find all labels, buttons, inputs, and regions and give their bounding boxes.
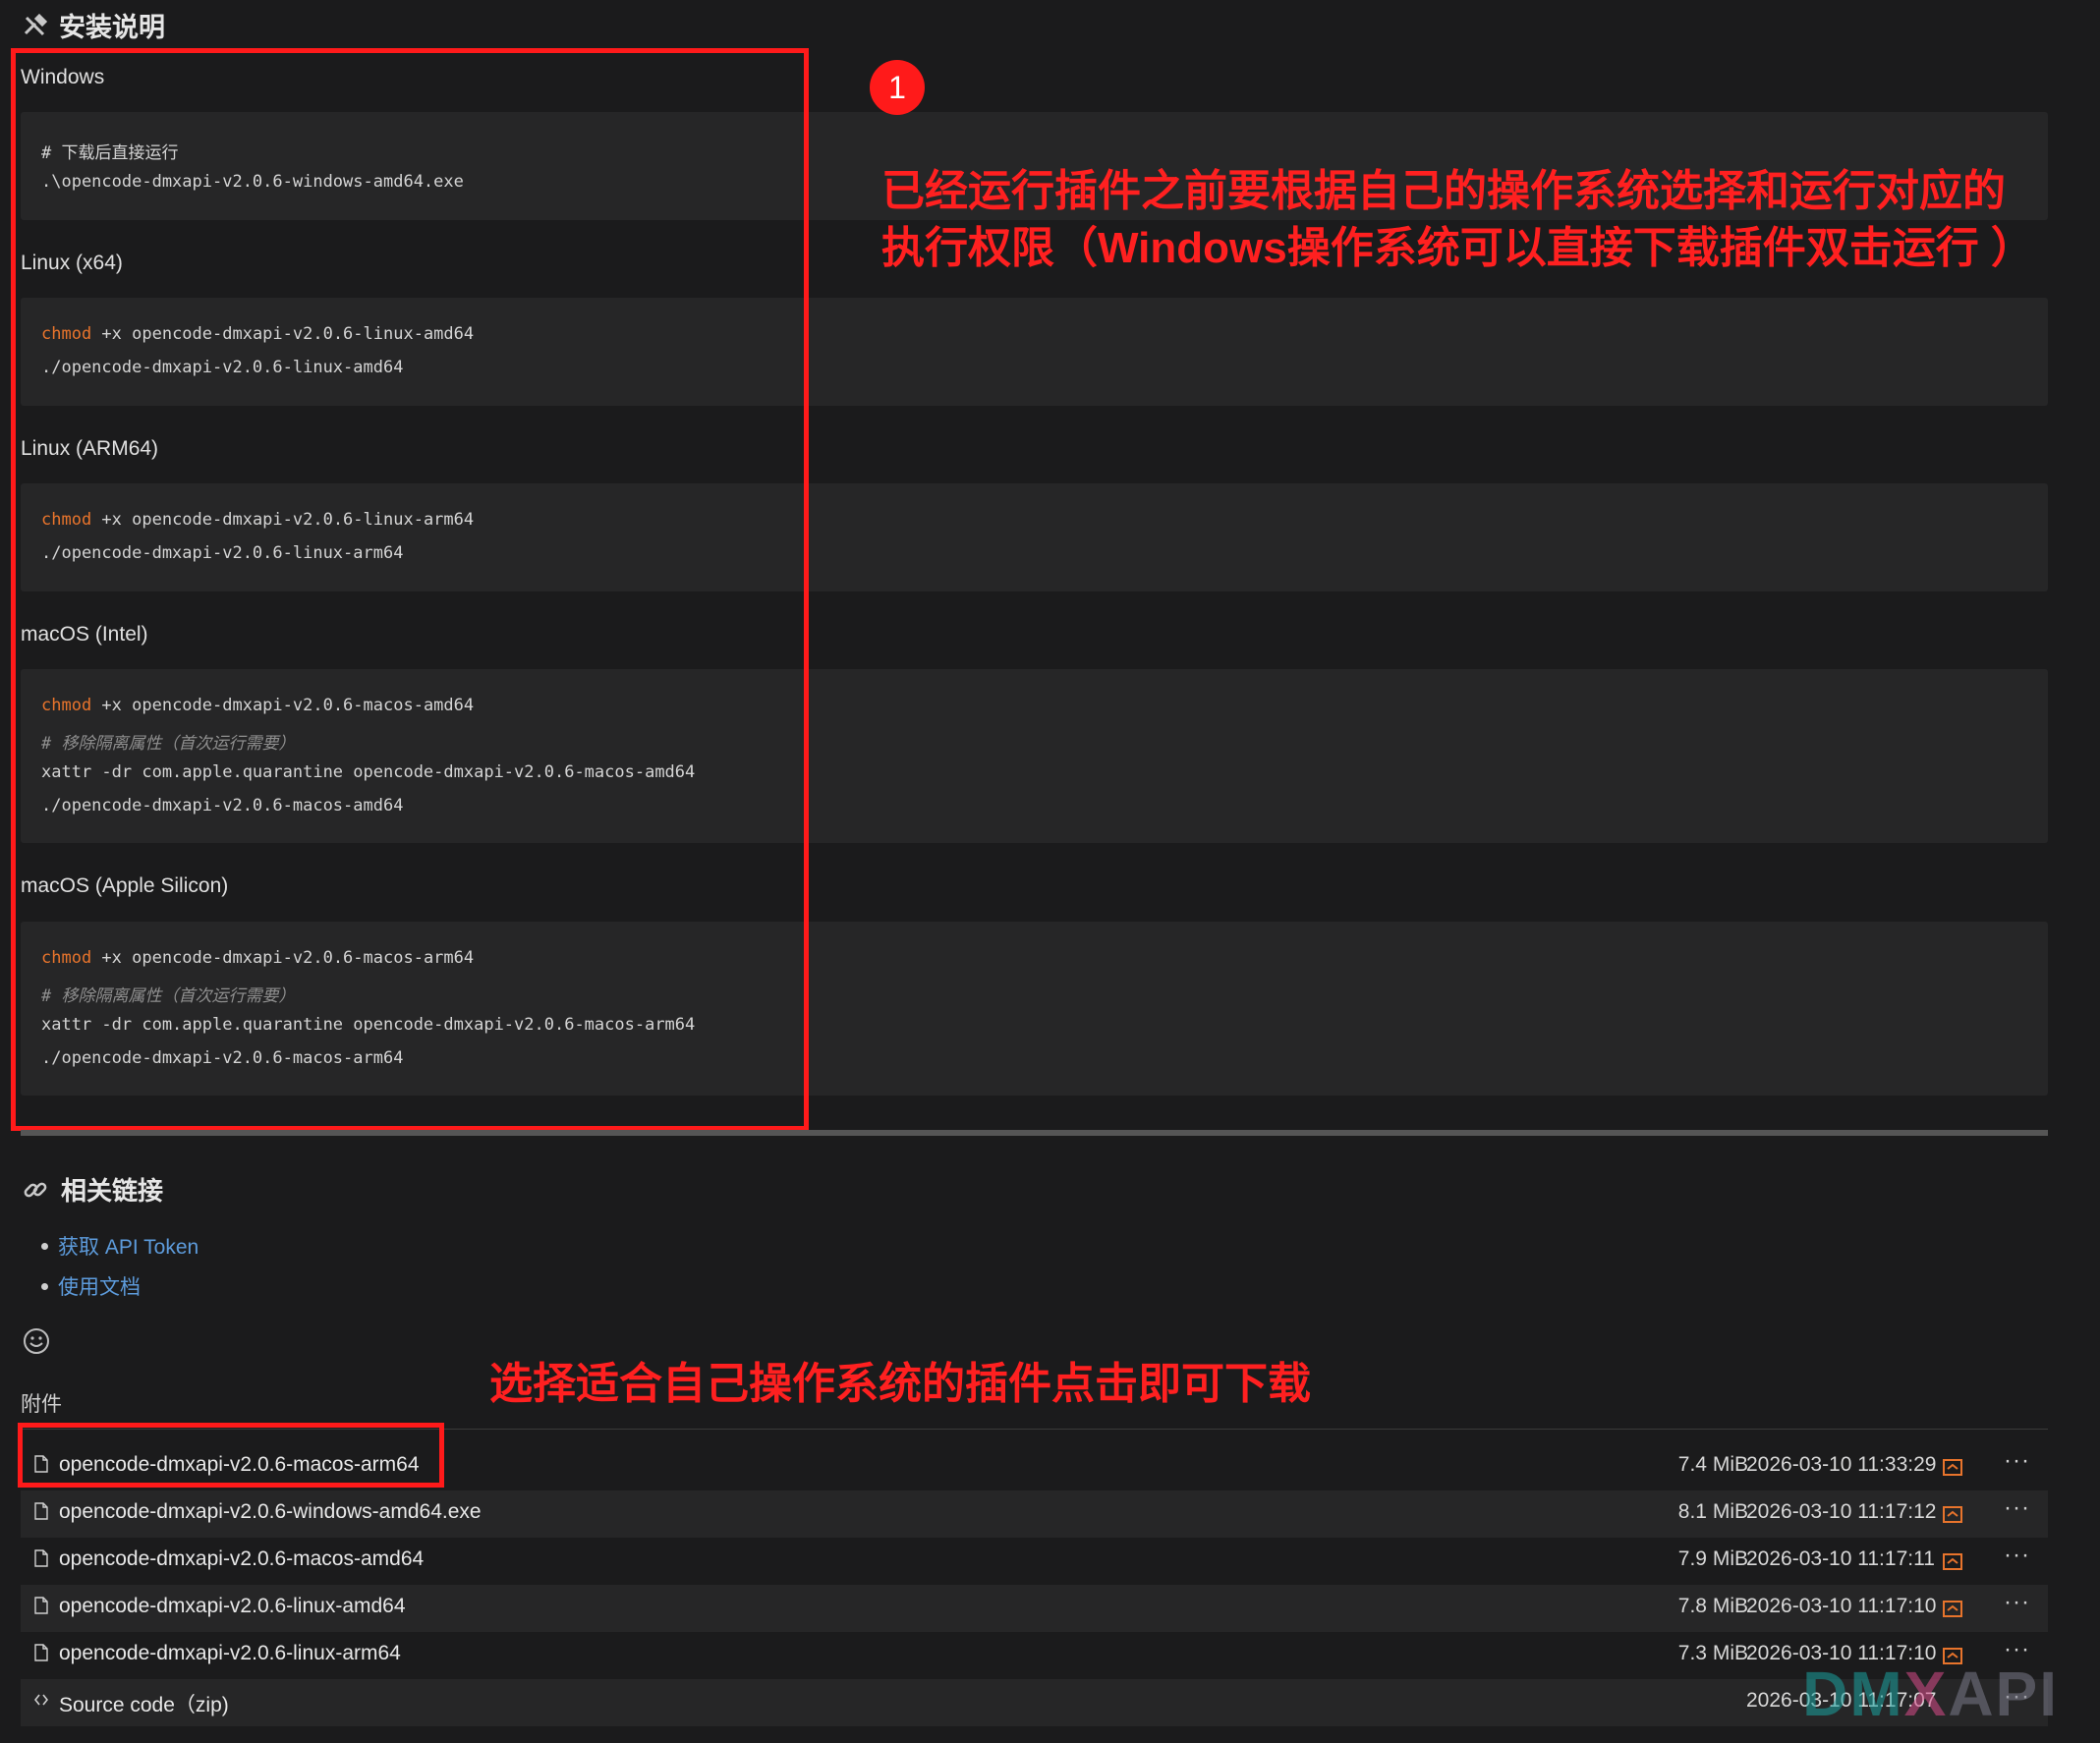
annotation-download-note: 选择适合自己操作系统的插件点击即可下载 [489, 1360, 1311, 1408]
file-icon [34, 1597, 48, 1614]
attachment-date: 2026-03-10 11:17:11 [1746, 1547, 1935, 1570]
install-heading: 安装说明 [22, 6, 165, 44]
attachment-row[interactable]: opencode-dmxapi-v2.0.6-linux-arm64 7.3 Mi… [21, 1632, 2048, 1679]
link-icon [24, 1182, 47, 1197]
links-heading: 相关链接 [22, 1171, 163, 1208]
attachment-size: 7.3 MiB [1677, 1642, 1748, 1664]
watermark-logo: DMXAPI [1802, 1658, 2059, 1730]
link-docs[interactable]: 使用文档 [58, 1271, 141, 1301]
attachment-name-link[interactable]: Source code（zip) [59, 1689, 229, 1718]
attachments-heading: 附件 [21, 1393, 62, 1416]
attachment-date: 2026-03-10 11:17:12 [1746, 1500, 1937, 1523]
attachment-name-link[interactable]: opencode-dmxapi-v2.0.6-windows-amd64.exe [59, 1500, 482, 1524]
code-icon [34, 1694, 48, 1706]
link-item-api-token[interactable]: 获取 API Token [41, 1231, 199, 1261]
attachment-row[interactable]: opencode-dmxapi-v2.0.6-windows-amd64.exe… [21, 1490, 2048, 1538]
attachment-name-link[interactable]: opencode-dmxapi-v2.0.6-linux-amd64 [59, 1595, 406, 1618]
link-item-docs[interactable]: 使用文档 [41, 1271, 141, 1301]
download-count-icon[interactable] [1943, 1505, 1962, 1523]
link-api-token[interactable]: 获取 API Token [58, 1231, 199, 1261]
attachment-size: 8.1 MiB [1677, 1500, 1748, 1523]
attachment-name-link[interactable]: opencode-dmxapi-v2.0.6-macos-amd64 [59, 1547, 424, 1571]
more-options-button[interactable]: ··· [2004, 1494, 2030, 1522]
attachment-row[interactable]: opencode-dmxapi-v2.0.6-linux-amd64 7.8 Mi… [21, 1585, 2048, 1632]
attachment-date: 2026-03-10 11:33:29 [1746, 1453, 1937, 1476]
file-icon [34, 1502, 48, 1520]
file-icon [34, 1549, 48, 1567]
attachment-name-link[interactable]: opencode-dmxapi-v2.0.6-linux-arm64 [59, 1642, 401, 1665]
annotation-note-line2: 执行权限（Windows操作系统可以直接下载插件双击运行 ） [881, 224, 2034, 272]
attachment-row[interactable]: Source code（zip) 2026-03-10 11:17:07 ··· [21, 1679, 2048, 1726]
emoji-reaction-icon[interactable] [22, 1326, 51, 1356]
file-icon [34, 1644, 48, 1661]
more-options-button[interactable]: ··· [2004, 1542, 2030, 1569]
tools-icon [24, 13, 48, 35]
annotation-note-line1: 已经运行插件之前要根据自己的操作系统选择和运行对应的 [881, 167, 2006, 215]
step-badge: 1 [870, 60, 925, 115]
attachment-date: 2026-03-10 11:17:10 [1746, 1595, 1937, 1617]
more-options-button[interactable]: ··· [2004, 1589, 2030, 1616]
highlight-box-download [18, 1423, 444, 1488]
attachment-size: 7.8 MiB [1677, 1595, 1748, 1617]
attachment-size: 7.9 MiB [1677, 1547, 1748, 1570]
bullet [41, 1242, 48, 1250]
attachment-size: 7.4 MiB [1677, 1453, 1748, 1476]
links-heading-text: 相关链接 [61, 1176, 164, 1206]
download-count-icon[interactable] [1943, 1552, 1962, 1570]
download-count-icon[interactable] [1943, 1600, 1962, 1617]
highlight-box-install [11, 48, 809, 1131]
install-heading-text: 安装说明 [59, 13, 165, 42]
bullet [41, 1282, 48, 1290]
section-divider [21, 1130, 2048, 1136]
more-options-button[interactable]: ··· [2004, 1447, 2030, 1475]
attachment-row[interactable]: opencode-dmxapi-v2.0.6-macos-amd64 7.9 Mi… [21, 1538, 2048, 1585]
download-count-icon[interactable] [1943, 1458, 1962, 1476]
watermark-text: DMXAPI [1802, 1659, 2059, 1729]
